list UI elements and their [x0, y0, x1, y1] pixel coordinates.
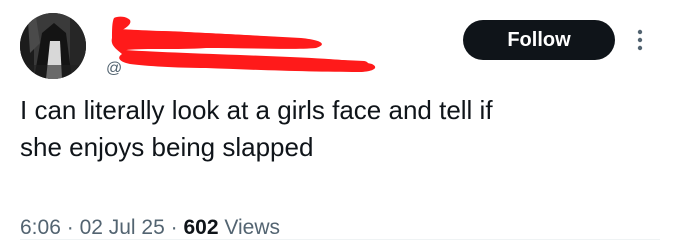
- avatar-photo: [20, 13, 86, 79]
- tweet-date[interactable]: 02 Jul 25: [80, 216, 165, 239]
- tweet-meta: 6:06 · 02 Jul 25 · 602 Views: [20, 216, 280, 240]
- meta-separator-1: ·: [66, 216, 74, 239]
- avatar[interactable]: [20, 13, 86, 79]
- more-vertical-icon[interactable]: [634, 26, 646, 54]
- follow-button[interactable]: Follow: [463, 20, 615, 60]
- meta-separator-2: ·: [170, 216, 178, 239]
- tweet-text-line-1: I can literally look at a girls face and…: [20, 95, 493, 125]
- tweet-text-line-2: she enjoys being slapped: [20, 132, 314, 162]
- tweet: @ Follow I can literally look at a girls…: [0, 0, 675, 240]
- redaction-scribble: [111, 16, 376, 72]
- views-label[interactable]: Views: [224, 216, 280, 239]
- author-block[interactable]: @: [96, 14, 406, 80]
- tweet-time[interactable]: 6:06: [20, 216, 61, 239]
- views-count[interactable]: 602: [183, 216, 218, 239]
- tweet-text: I can literally look at a girls face and…: [20, 92, 660, 166]
